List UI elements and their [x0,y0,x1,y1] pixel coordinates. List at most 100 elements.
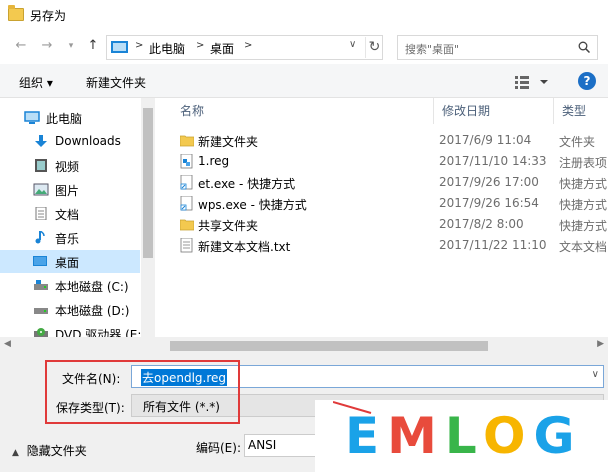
encoding-value: ANSI [248,438,277,452]
file-date: 2017/6/9 11:04 [439,133,532,147]
shortcut-icon [180,196,193,211]
window-title: 另存为 [30,9,67,23]
registry-icon [180,154,193,169]
drive-icon [34,308,48,314]
folder-icon [8,5,24,21]
picture-icon [33,183,49,196]
search-placeholder: 搜索"桌面" [405,43,460,56]
sidebar-item-drive-d[interactable]: 本地磁盘 (D:) [0,298,140,321]
file-name: wps.exe - 快捷方式 [198,198,307,212]
sidebar-item-videos[interactable]: 视频 [0,154,140,177]
sidebar-item-drive-c[interactable]: 本地磁盘 (C:) [0,274,140,297]
column-header-type[interactable]: 类型 [554,98,608,124]
column-header-date[interactable]: 修改日期 [434,98,554,124]
chevron-up-icon: ▲ [12,448,19,458]
file-name: et.exe - 快捷方式 [198,177,296,191]
chevron-right-icon[interactable]: > [244,40,252,51]
desktop-icon [33,256,47,266]
recent-locations-icon[interactable]: ▾ [62,37,80,55]
command-bar: 组织 ▾ 新建文件夹 ? [0,64,608,98]
chevron-down-icon[interactable]: ∨ [592,369,599,380]
forward-arrow-icon[interactable]: → [38,37,56,55]
sidebar-item-label: 图片 [55,184,80,198]
sidebar-item-label: 桌面 [55,256,80,270]
sidebar-item-desktop[interactable]: 桌面 [0,250,140,273]
video-icon [35,159,47,172]
table-row[interactable]: 新建文本文档.txt 2017/11/22 11:10 文本文档 [172,235,608,256]
pc-icon [24,111,40,124]
navigation-pane: 此电脑 Downloads 视频 图片 文档 音乐 桌面 本地磁盘 (C:) 本… [0,98,155,354]
horizontal-scrollbar[interactable]: ◀ ▶ [0,337,608,354]
file-name: 共享文件夹 [198,219,259,233]
chevron-down-icon[interactable]: ∨ [349,39,356,50]
navigation-bar: ← → ▾ ↑ > 此电脑 > 桌面 > ∨ ↻ 搜索"桌面" [0,31,608,63]
sidebar-scroll-thumb[interactable] [143,108,153,258]
folder-icon [180,135,194,147]
folder-icon [180,219,194,231]
file-name: 新建文本文档.txt [198,240,291,254]
column-header-name[interactable]: 名称 [172,98,434,124]
view-options-icon[interactable] [514,73,552,91]
breadcrumb-desktop[interactable]: 桌面 [210,40,234,57]
emlog-logo: EMLOG [345,407,583,465]
horizontal-scroll-thumb[interactable] [170,341,488,351]
document-icon [35,207,47,220]
hide-folders-label: 隐藏文件夹 [26,444,87,458]
back-arrow-icon[interactable]: ← [12,37,30,55]
file-type: 快捷方式 [559,198,608,212]
download-icon [35,135,47,147]
encoding-label: 编码(E): [196,441,241,455]
table-row[interactable]: 1.reg 2017/11/10 14:33 注册表项 [172,151,608,172]
sidebar-item-music[interactable]: 音乐 [0,226,140,249]
help-icon[interactable]: ? [578,72,596,90]
search-icon[interactable] [578,41,590,53]
file-name: 1.reg [198,154,230,168]
sidebar-item-label: 此电脑 [46,112,83,126]
file-date: 2017/9/26 17:00 [439,175,539,189]
scroll-right-icon[interactable]: ▶ [597,339,604,349]
sidebar-item-label: 本地磁盘 (D:) [55,304,130,318]
sidebar-item-label: 文档 [55,208,80,222]
sidebar-item-downloads[interactable]: Downloads [0,130,140,153]
refresh-icon[interactable]: ↻ [365,37,383,58]
sidebar-item-this-pc[interactable]: 此电脑 [0,106,140,129]
sidebar-item-label: 本地磁盘 (C:) [55,280,129,294]
up-arrow-icon[interactable]: ↑ [84,37,102,55]
breadcrumb-this-pc[interactable]: 此电脑 [149,40,185,57]
sidebar-scrollbar[interactable] [141,98,155,354]
sidebar-item-pictures[interactable]: 图片 [0,178,140,201]
table-row[interactable]: wps.exe - 快捷方式 2017/9/26 16:54 快捷方式 [172,193,608,214]
file-type: 文件夹 [559,135,596,149]
encoding-select[interactable]: ANSI [244,434,322,457]
music-icon [35,231,45,244]
sidebar-item-documents[interactable]: 文档 [0,202,140,225]
file-list: 名称 修改日期 类型 新建文件夹 2017/6/9 11:04 文件夹 1.re… [156,98,608,354]
file-date: 2017/11/22 11:10 [439,238,547,252]
file-type: 快捷方式 [559,177,608,191]
sidebar-item-label: Downloads [55,134,121,148]
table-row[interactable]: et.exe - 快捷方式 2017/9/26 17:00 快捷方式 [172,172,608,193]
drive-icon [34,280,48,290]
pc-icon [111,41,128,53]
table-row[interactable]: 新建文件夹 2017/6/9 11:04 文件夹 [172,130,608,151]
file-type: 快捷方式 [559,219,608,233]
shortcut-icon [180,175,193,190]
text-file-icon [180,238,193,253]
sidebar-item-label: 视频 [55,160,80,174]
chevron-right-icon[interactable]: > [196,40,204,51]
file-type: 注册表项 [559,156,608,170]
new-folder-button[interactable]: 新建文件夹 [86,74,146,91]
file-date: 2017/9/26 16:54 [439,196,539,210]
chevron-right-icon[interactable]: > [135,40,143,51]
highlight-annotation-box [45,360,240,424]
address-bar[interactable]: > 此电脑 > 桌面 > ∨ ↻ [106,35,383,60]
search-input[interactable]: 搜索"桌面" [397,35,598,60]
table-row[interactable]: 共享文件夹 2017/8/2 8:00 快捷方式 [172,214,608,235]
file-date: 2017/8/2 8:00 [439,217,524,231]
hide-folders-button[interactable]: ▲ 隐藏文件夹 [12,442,87,459]
organize-button[interactable]: 组织 ▾ [19,74,53,91]
title-bar: 另存为 [0,0,608,31]
file-type: 文本文档 [559,240,608,254]
file-name: 新建文件夹 [198,135,259,149]
scroll-left-icon[interactable]: ◀ [4,339,11,349]
